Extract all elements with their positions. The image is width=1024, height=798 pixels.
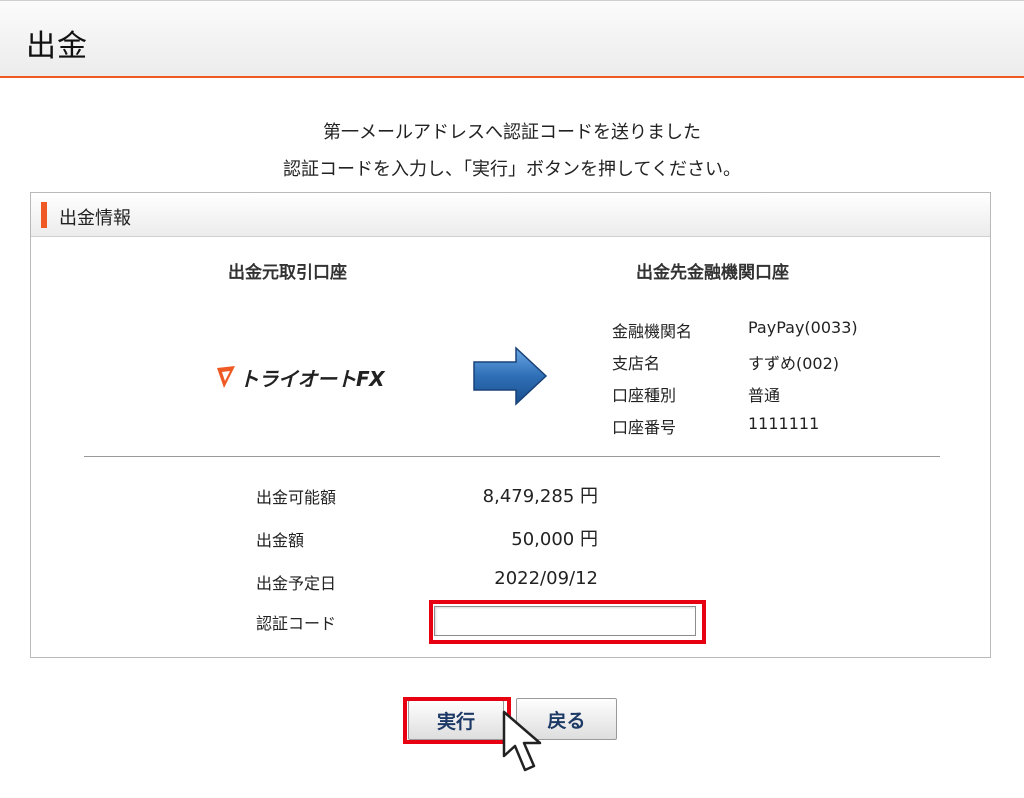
logo-text: トライオートFX <box>239 366 385 391</box>
available-amount-label: 出金可能額 <box>256 488 337 507</box>
panel-header-accent <box>41 202 47 228</box>
section-divider <box>84 456 940 457</box>
instruction-line-1: 第一メールアドレスへ認証コードを送りました <box>323 122 701 143</box>
panel-header: 出金情報 <box>31 193 990 237</box>
panel-title: 出金情報 <box>59 208 131 229</box>
withdrawal-amount-value: 50,000 円 <box>511 529 598 550</box>
branch-name-value: すずめ(002) <box>748 354 840 373</box>
auth-code-input[interactable] <box>434 606 696 636</box>
triangle-logo-icon <box>217 366 235 388</box>
bank-name-label: 金融機関名 <box>612 322 693 341</box>
scheduled-date-label: 出金予定日 <box>256 574 337 593</box>
triauto-fx-logo: トライオートFX <box>215 360 385 394</box>
account-type-value: 普通 <box>748 386 781 405</box>
withdrawal-amount-label: 出金額 <box>256 531 305 550</box>
bank-name-value: PayPay(0033) <box>748 318 858 337</box>
destination-account-heading: 出金先金融機関口座 <box>636 263 789 283</box>
source-account-heading: 出金元取引口座 <box>228 263 347 283</box>
branch-name-label: 支店名 <box>612 354 661 373</box>
account-number-label: 口座番号 <box>612 418 677 437</box>
auth-code-label: 認証コード <box>256 614 337 633</box>
mouse-cursor-icon <box>502 710 542 772</box>
scheduled-date-value: 2022/09/12 <box>494 568 598 589</box>
account-type-label: 口座種別 <box>612 386 677 405</box>
available-amount-value: 8,479,285 円 <box>482 486 598 507</box>
page-title: 出金 <box>26 29 88 64</box>
instruction-line-2: 認証コードを入力し、「実行」ボタンを押してください。 <box>283 159 741 180</box>
right-arrow-icon <box>473 346 548 406</box>
page-header: 出金 <box>0 0 1024 78</box>
execute-button[interactable]: 実行 <box>408 700 504 740</box>
account-number-value: 1111111 <box>748 414 820 433</box>
